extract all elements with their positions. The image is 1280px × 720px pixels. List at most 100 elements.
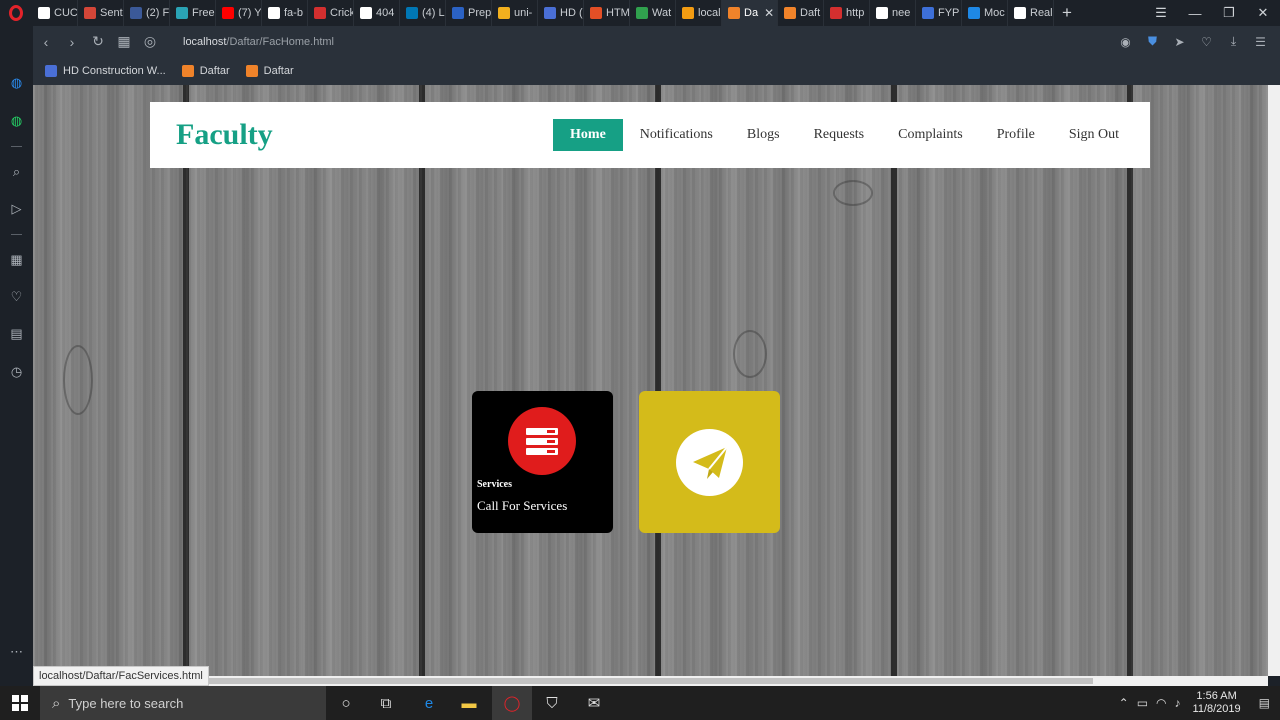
tab-list: CUC Sent (2) F Free (7) Y fa-b Crick 404 (4) L Pr…: [32, 0, 1054, 26]
browser-tab[interactable]: FYP: [916, 0, 962, 26]
bookmarks-heart-icon[interactable]: ♡: [8, 288, 25, 305]
nav-blogs[interactable]: Blogs: [730, 119, 797, 151]
browser-tab[interactable]: Moc: [962, 0, 1008, 26]
tab-label: Prep: [468, 7, 492, 19]
horizontal-scrollbar[interactable]: [33, 676, 1268, 686]
windows-taskbar: ⌕ Type here to search ○ ⧉ e ▬ ◯ ⛉ ✉ ⌃ ▭ …: [0, 686, 1280, 720]
send-icon[interactable]: ➤: [1166, 35, 1193, 49]
download-icon[interactable]: ⤓: [1220, 34, 1247, 49]
minimize-icon[interactable]: —: [1178, 6, 1212, 21]
whatsapp-icon[interactable]: ◍: [8, 112, 25, 129]
send-icon-circle: [676, 429, 743, 496]
search-placeholder: Type here to search: [68, 695, 184, 711]
bookmark-favicon-icon: [181, 65, 194, 77]
tab-label: Daft: [800, 7, 821, 19]
settings-menu-icon[interactable]: ☰: [1247, 35, 1274, 49]
bookmark-item[interactable]: Daftar: [181, 65, 230, 77]
send-card[interactable]: [639, 391, 780, 533]
search-icon[interactable]: ⌕: [8, 163, 25, 180]
news-icon[interactable]: ▤: [8, 325, 25, 342]
browser-tab[interactable]: http: [824, 0, 870, 26]
tab-label: Wat: [652, 7, 672, 19]
browser-tab[interactable]: Real: [1008, 0, 1054, 26]
browser-tab[interactable]: Wat: [630, 0, 676, 26]
browser-tab[interactable]: (4) L: [400, 0, 446, 26]
wifi-icon[interactable]: ◠: [1152, 696, 1170, 710]
speed-dial-icon[interactable]: ▦: [8, 251, 25, 268]
browser-tab[interactable]: local: [676, 0, 722, 26]
tab-label: Crick: [330, 7, 354, 19]
nav-sign-out[interactable]: Sign Out: [1052, 119, 1136, 151]
close-tab-icon[interactable]: ✕: [764, 6, 774, 20]
browser-tab[interactable]: CUC: [32, 0, 78, 26]
nav-home[interactable]: Home: [553, 119, 623, 151]
bookmark-favicon-icon: [245, 65, 258, 77]
cortana-icon[interactable]: ○: [326, 686, 366, 720]
browser-tab[interactable]: fa-b: [262, 0, 308, 26]
edge-icon[interactable]: e: [409, 686, 449, 720]
heart-icon[interactable]: ♡: [1193, 35, 1220, 49]
bookmark-item[interactable]: HD Construction W...: [45, 65, 166, 77]
nav-profile[interactable]: Profile: [980, 119, 1052, 151]
address-bar-row: ‹ › ↻ ▦ ◎ localhost/Daftar/FacHome.html …: [33, 26, 1280, 57]
browser-tab[interactable]: Free: [170, 0, 216, 26]
address-field[interactable]: localhost/Daftar/FacHome.html: [183, 36, 334, 48]
volume-icon[interactable]: ♪: [1171, 696, 1185, 710]
browser-tab[interactable]: (2) F: [124, 0, 170, 26]
browser-tab[interactable]: 404: [354, 0, 400, 26]
browser-tab[interactable]: uni-: [492, 0, 538, 26]
services-card-title: Call For Services: [477, 498, 568, 513]
battery-icon[interactable]: ▭: [1133, 696, 1152, 710]
services-card[interactable]: Services Call For Services: [472, 391, 613, 533]
tab-favicon-icon: [922, 7, 934, 19]
bookmark-item[interactable]: Daftar: [245, 65, 294, 77]
browser-tab[interactable]: Daft: [778, 0, 824, 26]
browser-tab[interactable]: (7) Y: [216, 0, 262, 26]
tab-favicon-icon: [314, 7, 326, 19]
nav-notifications[interactable]: Notifications: [623, 119, 730, 151]
nav-requests[interactable]: Requests: [797, 119, 882, 151]
site-header: Faculty Home Notifications Blogs Requests Co…: [150, 102, 1150, 168]
shield-icon[interactable]: ⛊: [1139, 34, 1166, 49]
opera-taskbar-icon[interactable]: ◯: [492, 686, 532, 720]
new-tab-icon[interactable]: +: [1054, 3, 1080, 23]
history-icon[interactable]: ◷: [8, 363, 25, 380]
opera-menu-icon[interactable]: [0, 0, 32, 26]
camera-icon[interactable]: ◉: [1112, 35, 1139, 49]
mail-icon[interactable]: ✉: [574, 686, 614, 720]
vertical-scrollbar[interactable]: [1268, 85, 1280, 676]
taskbar-clock[interactable]: 1:56 AM 11/8/2019: [1185, 690, 1249, 716]
flow-icon[interactable]: ▷: [8, 200, 25, 217]
reload-icon[interactable]: ↻: [85, 33, 111, 50]
tabs-grid-icon[interactable]: ▦: [111, 33, 137, 50]
more-icon[interactable]: ⋯: [8, 643, 25, 660]
browser-tab[interactable]: nee: [870, 0, 916, 26]
restore-icon[interactable]: ❐: [1212, 5, 1246, 21]
browser-tab[interactable]: Crick: [308, 0, 354, 26]
close-window-icon[interactable]: ✕: [1246, 5, 1280, 21]
store-icon[interactable]: ⛉: [532, 686, 572, 720]
brand-title: Faculty: [176, 118, 273, 151]
task-view-icon[interactable]: ⧉: [366, 686, 406, 720]
address-actions: ◉ ⛊ ➤ ♡ ⤓ ☰: [1112, 26, 1274, 57]
tab-label: Moc: [984, 7, 1005, 19]
tab-label: Real: [1030, 7, 1053, 19]
notifications-icon[interactable]: ▤: [1249, 696, 1280, 710]
tray-chevron-icon[interactable]: ⌃: [1115, 696, 1133, 710]
browser-tab[interactable]: Prep: [446, 0, 492, 26]
browser-tab[interactable]: Da ✕: [722, 0, 778, 26]
messenger-icon[interactable]: ◍: [8, 74, 25, 91]
browser-tab[interactable]: Sent: [78, 0, 124, 26]
file-explorer-icon[interactable]: ▬: [449, 686, 489, 720]
taskbar-search[interactable]: ⌕ Type here to search: [40, 686, 326, 720]
back-icon[interactable]: ‹: [33, 34, 59, 50]
sidebar-divider: [11, 234, 22, 235]
browser-tab[interactable]: HD (: [538, 0, 584, 26]
tab-menu-icon[interactable]: ☰: [1144, 5, 1178, 21]
forward-icon[interactable]: ›: [59, 34, 85, 50]
nav-complaints[interactable]: Complaints: [881, 119, 980, 151]
browser-tab[interactable]: HTM: [584, 0, 630, 26]
clock-date: 11/8/2019: [1192, 703, 1241, 715]
scrollbar-thumb[interactable]: [203, 678, 1093, 684]
windows-start-icon[interactable]: [0, 686, 40, 720]
